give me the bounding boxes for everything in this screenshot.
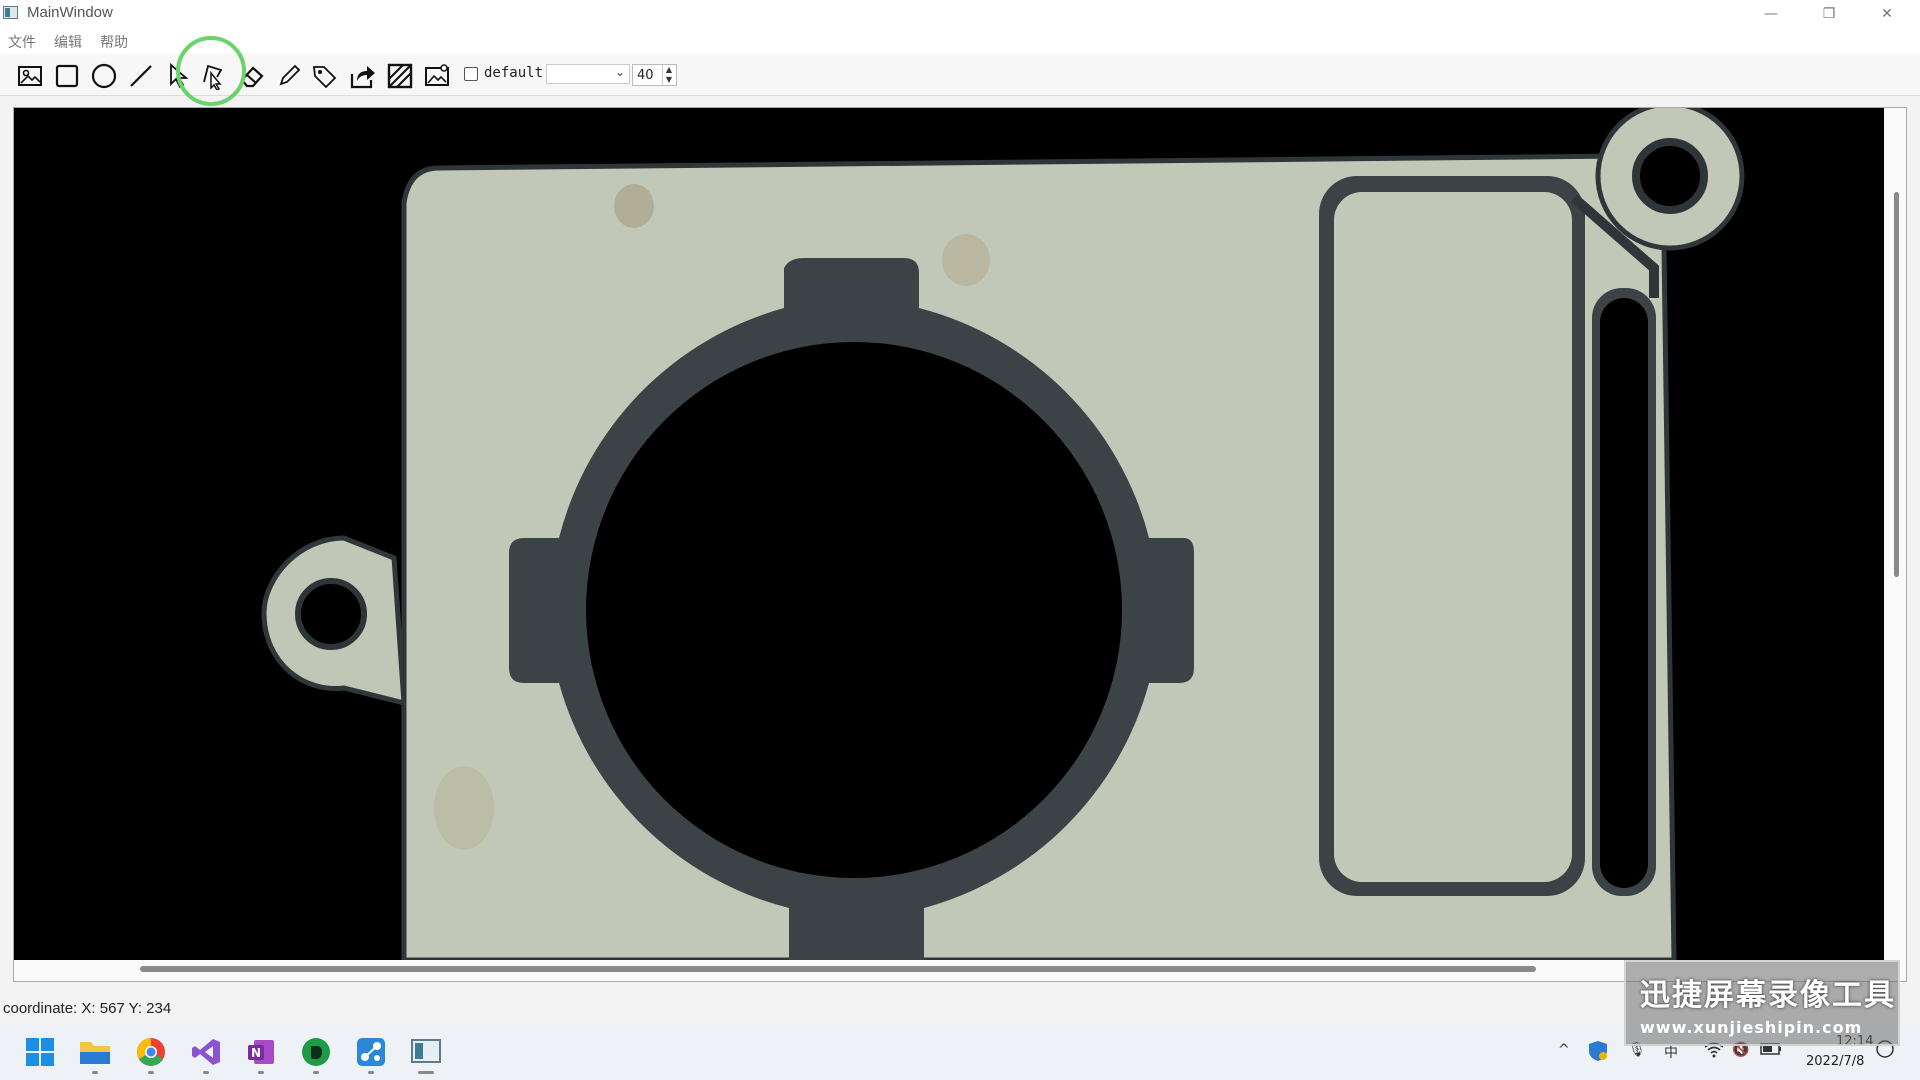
title-bar: MainWindow — ❐ ✕ bbox=[0, 0, 1920, 28]
open-image-icon[interactable] bbox=[15, 61, 45, 91]
rectangle-icon[interactable] bbox=[52, 61, 82, 91]
hatch-icon[interactable] bbox=[385, 61, 415, 91]
clock-date[interactable]: 2022/7/8 bbox=[1806, 1054, 1864, 1069]
evernote-icon[interactable] bbox=[296, 1032, 336, 1074]
svg-text:N: N bbox=[251, 1046, 261, 1060]
app-window-icon bbox=[3, 6, 18, 19]
default-label-checkbox[interactable] bbox=[464, 67, 478, 81]
line-icon[interactable] bbox=[126, 61, 156, 91]
menu-file[interactable]: 文件 bbox=[8, 32, 36, 52]
network-app-icon[interactable] bbox=[351, 1032, 391, 1074]
eraser-icon[interactable] bbox=[237, 61, 267, 91]
watermark-title: 迅捷屏幕录像工具 bbox=[1640, 978, 1896, 1013]
close-button[interactable]: ✕ bbox=[1858, 0, 1916, 28]
menu-help[interactable]: 帮助 bbox=[100, 32, 128, 52]
image-settings-icon[interactable] bbox=[422, 61, 452, 91]
tray-chevron-icon[interactable]: ^ bbox=[1558, 1042, 1570, 1058]
circle-icon[interactable] bbox=[89, 61, 119, 91]
chevron-down-icon: ⌄ bbox=[614, 65, 625, 79]
defender-shield-icon[interactable] bbox=[1588, 1040, 1608, 1066]
windows-start-icon[interactable] bbox=[20, 1032, 60, 1072]
pencil-icon[interactable] bbox=[274, 61, 304, 91]
file-explorer-icon[interactable] bbox=[75, 1032, 115, 1074]
minimize-button[interactable]: — bbox=[1742, 0, 1800, 28]
menu-bar: 文件 编辑 帮助 bbox=[0, 28, 1920, 54]
size-spinbox[interactable]: 40 ▲ ▼ bbox=[632, 64, 677, 86]
toolbar bbox=[0, 54, 1920, 96]
polygon-pointer-icon[interactable] bbox=[198, 61, 228, 91]
chrome-icon[interactable] bbox=[131, 1032, 171, 1074]
menu-edit[interactable]: 编辑 bbox=[54, 32, 82, 52]
main-window-app-icon[interactable] bbox=[406, 1032, 446, 1074]
visual-studio-icon[interactable] bbox=[186, 1032, 226, 1074]
export-icon[interactable] bbox=[348, 61, 378, 91]
watermark-url: www.xunjieshipin.com bbox=[1640, 1018, 1863, 1037]
pointer-icon[interactable] bbox=[163, 61, 193, 91]
coordinate-readout: coordinate: X: 567 Y: 234 bbox=[3, 1000, 172, 1017]
restore-button[interactable]: ❐ bbox=[1800, 0, 1858, 28]
vertical-scrollbar[interactable] bbox=[1894, 192, 1899, 577]
horizontal-scrollbar[interactable] bbox=[140, 966, 1536, 972]
class-combo[interactable]: ⌄ bbox=[546, 64, 630, 84]
default-label-text: default bbox=[484, 65, 544, 81]
image-canvas[interactable] bbox=[14, 108, 1884, 960]
size-spin-value: 40 bbox=[637, 68, 654, 83]
window-title: MainWindow bbox=[27, 4, 113, 21]
part-image bbox=[14, 108, 1884, 960]
recorder-watermark: 迅捷屏幕录像工具 www.xunjieshipin.com bbox=[1624, 960, 1900, 1046]
onenote-icon[interactable]: N bbox=[241, 1032, 281, 1074]
tag-icon[interactable] bbox=[309, 61, 339, 91]
spin-arrows-icon[interactable]: ▲ ▼ bbox=[662, 65, 675, 85]
